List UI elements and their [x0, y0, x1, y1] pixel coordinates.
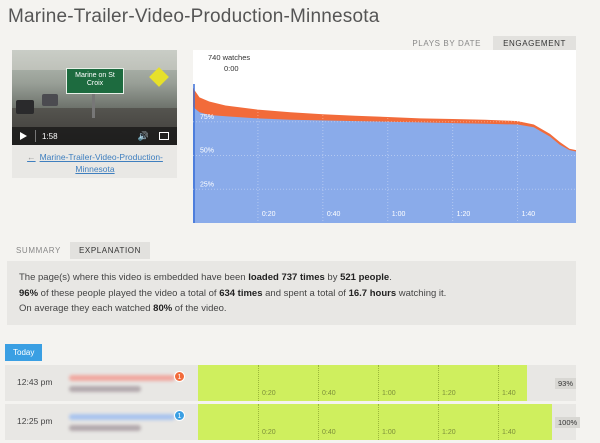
- hover-watches-label: 740 watches: [208, 53, 250, 62]
- session-watch-track: 0:20 0:40 1:00 1:20 1:40: [198, 404, 552, 440]
- page-title: Marine-Trailer-Video-Production-Minnesot…: [8, 6, 380, 27]
- session-watch-track: 0:20 0:40 1:00 1:20 1:40: [198, 365, 527, 401]
- y-tick-label: 50%: [200, 148, 214, 155]
- track-gridline: [438, 404, 439, 440]
- x-tick-label: 0:40: [327, 211, 341, 218]
- explanation-line-2: 96% of these people played the video a t…: [19, 287, 447, 299]
- explanation-line-3: On average they each watched 80% of the …: [19, 303, 227, 314]
- viewer-detail-redacted: [69, 386, 141, 392]
- play-icon[interactable]: [20, 132, 27, 140]
- session-time: 12:43 pm: [17, 377, 53, 387]
- x-tick-label: 1:00: [392, 211, 406, 218]
- x-tick-label: 1:20: [457, 211, 471, 218]
- tab-summary[interactable]: SUMMARY: [7, 242, 70, 259]
- y-tick-label: 75%: [200, 114, 214, 121]
- video-link[interactable]: ← Marine-Trailer-Video-Production-Minneso…: [20, 151, 170, 175]
- track-tick-label: 0:20: [262, 429, 276, 436]
- track-tick-label: 0:40: [322, 429, 336, 436]
- session-percent-watched: 100%: [555, 417, 581, 428]
- detail-tabs: SUMMARY EXPLANATION: [7, 242, 150, 259]
- explanation-line-1: The page(s) where this video is embedded…: [19, 272, 392, 283]
- view-tabs: PLAYS BY DATE ENGAGEMENT: [402, 36, 576, 51]
- track-tick-label: 1:00: [382, 429, 396, 436]
- track-gridline: [498, 365, 499, 401]
- video-card: Marine on St Croix 1:58 🔊 ← Marine-Traile…: [12, 50, 177, 178]
- track-gridline: [318, 365, 319, 401]
- track-tick-label: 1:20: [442, 390, 456, 397]
- volume-icon[interactable]: 🔊: [138, 131, 149, 142]
- today-label: Today: [5, 344, 43, 361]
- track-tick-label: 1:20: [442, 429, 456, 436]
- x-tick-label: 0:20: [262, 211, 276, 218]
- viewer-detail-redacted: [69, 425, 141, 431]
- track-gridline: [258, 404, 259, 440]
- tab-plays-by-date[interactable]: PLAYS BY DATE: [402, 36, 491, 51]
- engagement-chart-svg: 25% 50% 75% 0:20 0:40 1:00 1:20 1:40 740 watches…: [193, 50, 576, 223]
- explanation-panel: The page(s) where this video is embedded…: [7, 261, 576, 325]
- tab-explanation[interactable]: EXPLANATION: [69, 242, 150, 259]
- fullscreen-icon[interactable]: [159, 132, 169, 140]
- track-tick-label: 1:00: [382, 390, 396, 397]
- video-controls: 1:58 🔊: [12, 127, 177, 145]
- engagement-chart: 25% 50% 75% 0:20 0:40 1:00 1:20 1:40 740 watches…: [193, 50, 576, 223]
- thumbnail-sign-post: [92, 94, 95, 118]
- track-gridline: [378, 404, 379, 440]
- track-gridline: [438, 365, 439, 401]
- session-row[interactable]: 12:25 pm 1 0:20 0:40 1:00 1:20 1:40 100%: [5, 404, 581, 440]
- track-tick-label: 1:40: [502, 429, 516, 436]
- session-count-badge: 1: [174, 371, 185, 382]
- viewer-name-redacted: [69, 375, 175, 381]
- session-time: 12:25 pm: [17, 416, 53, 426]
- back-arrow-icon: ←: [27, 152, 36, 162]
- session-count-badge: 1: [174, 410, 185, 421]
- controls-divider: [35, 130, 36, 142]
- session-percent-watched: 93%: [555, 378, 577, 389]
- thumbnail-car: [16, 100, 34, 114]
- viewer-name-redacted: [69, 414, 175, 420]
- track-tick-label: 0:40: [322, 390, 336, 397]
- session-row[interactable]: 12:43 pm 1 0:20 0:40 1:00 1:20 1:40 93%: [5, 365, 577, 401]
- video-link-text[interactable]: Marine-Trailer-Video-Production-Minnesot…: [40, 152, 163, 174]
- video-thumbnail[interactable]: Marine on St Croix 1:58 🔊: [12, 50, 177, 145]
- track-gridline: [258, 365, 259, 401]
- y-tick-label: 25%: [200, 181, 214, 188]
- video-duration: 1:58: [42, 131, 58, 141]
- x-tick-label: 1:40: [522, 211, 536, 218]
- track-gridline: [498, 404, 499, 440]
- thumbnail-car: [42, 94, 58, 106]
- track-gridline: [318, 404, 319, 440]
- tab-engagement[interactable]: ENGAGEMENT: [493, 36, 576, 51]
- track-tick-label: 1:40: [502, 390, 516, 397]
- track-gridline: [378, 365, 379, 401]
- thumbnail-road-sign: Marine on St Croix: [66, 68, 124, 94]
- track-tick-label: 0:20: [262, 390, 276, 397]
- hover-time-label: 0:00: [224, 64, 239, 73]
